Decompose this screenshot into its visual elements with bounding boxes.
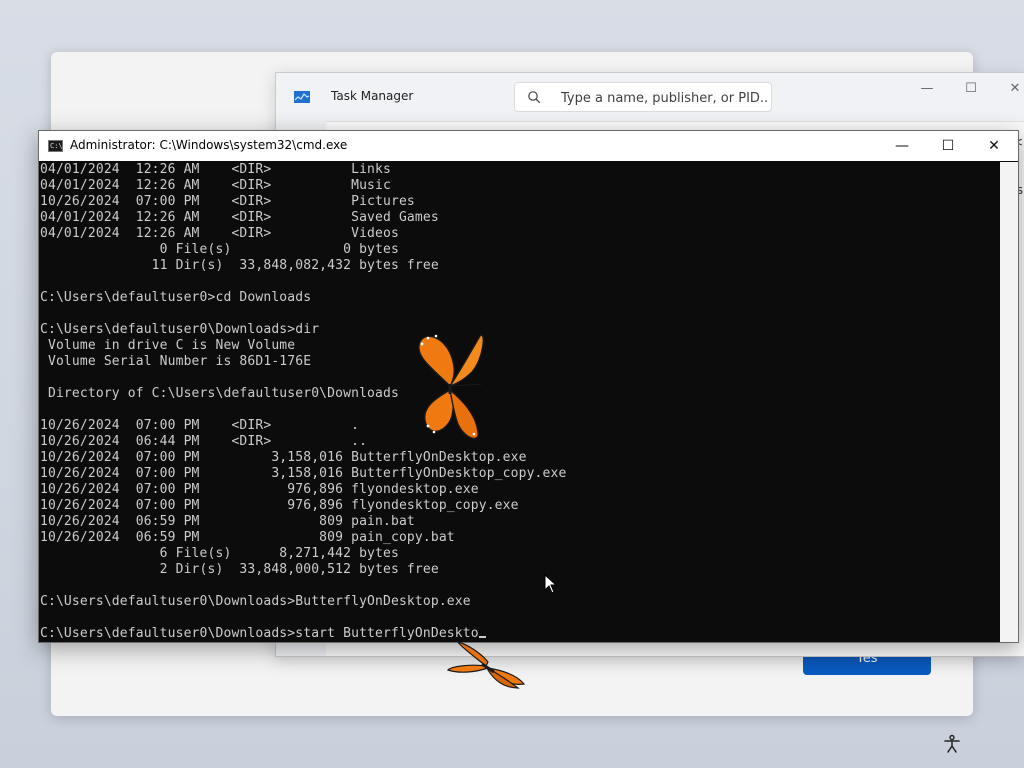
console-line: Volume Serial Number is 86D1-176E	[40, 354, 312, 369]
cmd-window: C:\ Administrator: C:\Windows\system32\c…	[38, 130, 1019, 643]
console-line: 10/26/2024 07:00 PM 976,896 flyondesktop…	[40, 498, 519, 513]
task-manager-icon	[294, 91, 310, 103]
console-line: 10/26/2024 06:44 PM <DIR> ..	[40, 434, 368, 449]
task-manager-title: Task Manager	[331, 89, 414, 103]
accessibility-icon[interactable]	[942, 734, 962, 754]
console-line: Volume in drive C is New Volume	[40, 338, 296, 353]
console-line: 6 File(s) 8,271,442 bytes	[40, 546, 399, 561]
console-line: 10/26/2024 06:59 PM 809 pain_copy.bat	[40, 530, 455, 545]
console-line: 04/01/2024 12:26 AM <DIR> Links	[40, 162, 391, 177]
console-line: C:\Users\defaultuser0>cd Downloads	[40, 290, 312, 305]
console-line: C:\Users\defaultuser0\Downloads>Butterfl…	[40, 594, 471, 609]
cmd-scrollbar[interactable]	[1000, 162, 1018, 642]
search-icon	[528, 91, 541, 104]
cmd-titlebar[interactable]: C:\ Administrator: C:\Windows\system32\c…	[39, 131, 1018, 161]
console-line: 10/26/2024 07:00 PM <DIR> Pictures	[40, 194, 415, 209]
console-line: 10/26/2024 07:00 PM 3,158,016 ButterflyO…	[40, 466, 567, 481]
console-line: 0 File(s) 0 bytes	[40, 242, 399, 257]
search-input[interactable]	[559, 87, 769, 109]
butterfly-icon	[446, 641, 526, 689]
text-cursor	[478, 636, 486, 638]
cmd-minimize-button[interactable]: —	[879, 131, 925, 161]
butterfly-icon	[418, 334, 484, 440]
console-line: 10/26/2024 07:00 PM <DIR> .	[40, 418, 360, 433]
cmd-window-title: Administrator: C:\Windows\system32\cmd.e…	[70, 138, 348, 152]
mouse-pointer-icon	[544, 574, 558, 594]
cmd-icon: C:\	[48, 140, 63, 152]
console-line: 10/26/2024 07:00 PM 3,158,016 ButterflyO…	[40, 450, 527, 465]
tm-maximize-button[interactable]: ☐	[957, 79, 985, 99]
console-output[interactable]: 04/01/2024 12:26 AM <DIR> Links 04/01/202…	[40, 162, 999, 642]
cmd-close-button[interactable]: ✕	[971, 131, 1017, 161]
console-line: Directory of C:\Users\defaultuser0\Downl…	[40, 386, 399, 401]
console-line: 10/26/2024 07:00 PM 976,896 flyondesktop…	[40, 482, 479, 497]
task-manager-search-box[interactable]	[514, 82, 772, 112]
console-line: 2 Dir(s) 33,848,000,512 bytes free	[40, 562, 439, 577]
tm-minimize-button[interactable]: —	[913, 79, 941, 99]
console-line: C:\Users\defaultuser0\Downloads>dir	[40, 322, 320, 337]
console-line: 11 Dir(s) 33,848,082,432 bytes free	[40, 258, 439, 273]
console-line: 10/26/2024 06:59 PM 809 pain.bat	[40, 514, 415, 529]
tm-close-button[interactable]: ✕	[1001, 79, 1024, 99]
cmd-maximize-button[interactable]: ☐	[925, 131, 971, 161]
console-line: 04/01/2024 12:26 AM <DIR> Saved Games	[40, 210, 439, 225]
console-line: 04/01/2024 12:26 AM <DIR> Videos	[40, 226, 399, 241]
console-line: 04/01/2024 12:26 AM <DIR> Music	[40, 178, 391, 193]
